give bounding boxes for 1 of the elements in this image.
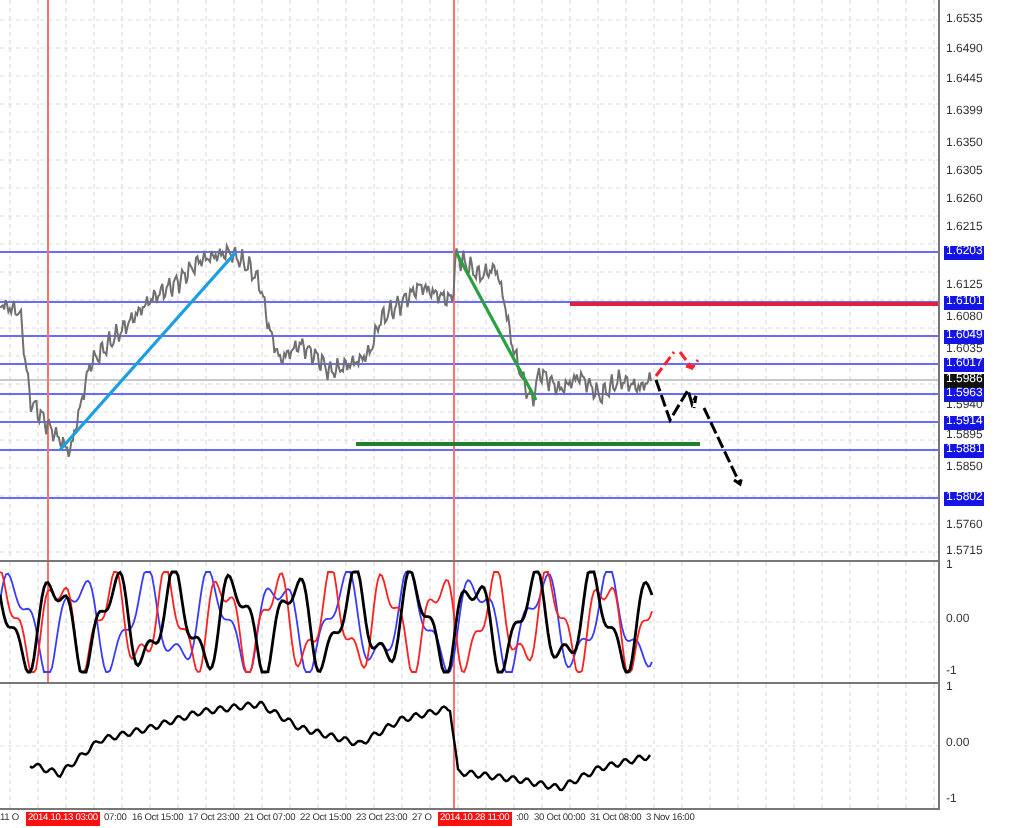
forecast-arrow-drawing xyxy=(654,350,744,487)
